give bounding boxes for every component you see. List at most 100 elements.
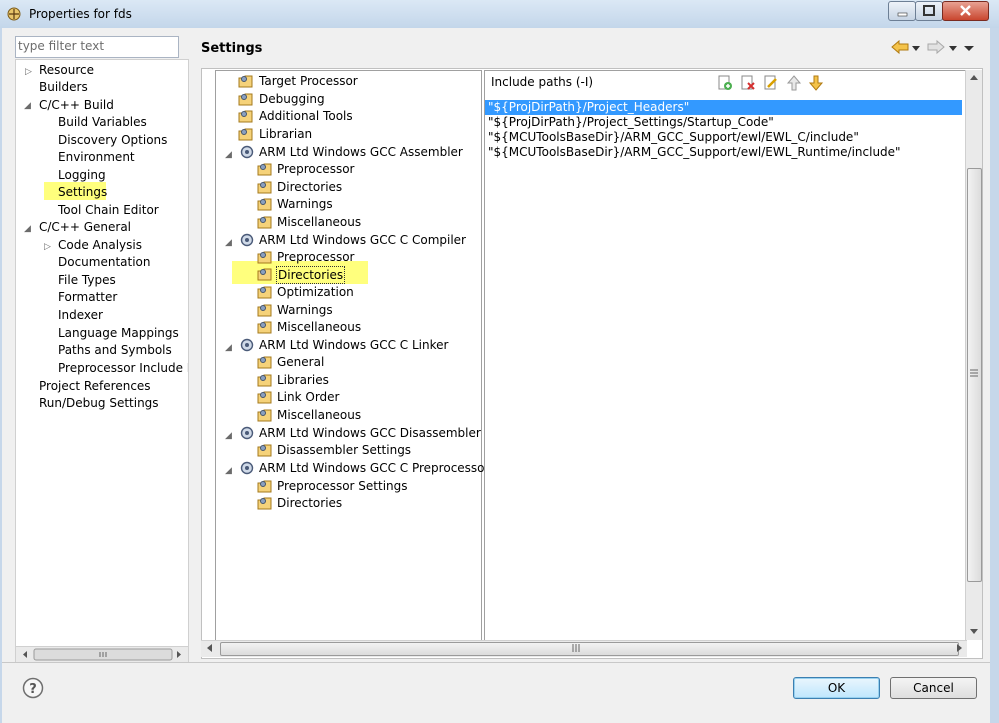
tree-node-label: Preprocessor xyxy=(277,162,355,176)
nav-item-resource[interactable]: Resource xyxy=(39,62,94,78)
tree-node-label: Target Processor xyxy=(259,74,358,88)
nav-item-project-references[interactable]: Project References xyxy=(39,378,151,394)
move-up-icon[interactable] xyxy=(786,75,802,91)
scroll-right-icon[interactable] xyxy=(953,642,965,654)
folder-gear-icon xyxy=(257,321,272,334)
folder-gear-icon xyxy=(257,251,272,264)
include-path-item[interactable]: "${MCUToolsBaseDir}/ARM_GCC_Support/ewl/… xyxy=(485,130,962,145)
forward-arrow-icon[interactable] xyxy=(926,39,946,55)
ok-button[interactable]: OK xyxy=(793,677,880,699)
maximize-button[interactable] xyxy=(915,1,943,21)
collapse-arrow-icon[interactable]: ◢ xyxy=(225,428,235,441)
nav-item-file-types[interactable]: File Types xyxy=(58,272,116,288)
tree-node-label: General xyxy=(277,355,325,369)
tree-node-label: Warnings xyxy=(277,197,333,211)
include-path-item[interactable]: "${ProjDirPath}/Project_Settings/Startup… xyxy=(485,115,962,130)
tree-node-label: Miscellaneous xyxy=(277,408,362,422)
collapse-arrow-icon[interactable]: ◢ xyxy=(24,224,34,234)
nav-item-run-debug-settings[interactable]: Run/Debug Settings xyxy=(39,395,159,411)
folder-gear-icon xyxy=(238,110,253,123)
nav-item-paths-and-symbols[interactable]: Paths and Symbols xyxy=(58,342,172,358)
delete-path-icon[interactable] xyxy=(740,75,756,91)
nav-item-cpp-general[interactable]: C/C++ General xyxy=(39,219,131,235)
tree-node-label: Preprocessor Settings xyxy=(277,479,408,493)
nav-item-preprocessor-include[interactable]: Preprocessor Include Pa xyxy=(58,360,188,376)
nav-item-language-mappings[interactable]: Language Mappings xyxy=(58,325,179,341)
filter-box xyxy=(15,36,179,58)
scrollbar-arrows-icon xyxy=(23,648,181,661)
tree-node-label: Warnings xyxy=(277,303,333,317)
maximize-icon xyxy=(923,5,935,16)
minimize-icon xyxy=(897,12,908,17)
nav-item-discovery-options[interactable]: Discovery Options xyxy=(58,132,167,148)
folder-gear-icon xyxy=(238,75,253,88)
include-path-item[interactable]: "${MCUToolsBaseDir}/ARM_GCC_Support/ewl/… xyxy=(485,145,962,160)
nav-item-settings[interactable]: Settings xyxy=(58,184,107,200)
nav-horizontal-scrollbar[interactable] xyxy=(15,646,189,663)
minimize-button[interactable] xyxy=(888,1,916,21)
view-menu-icon[interactable] xyxy=(964,43,974,53)
folder-gear-icon xyxy=(257,480,272,493)
nav-item-builders[interactable]: Builders xyxy=(39,79,88,95)
horizontal-scroll-thumb[interactable] xyxy=(220,642,959,656)
nav-item-documentation[interactable]: Documentation xyxy=(58,254,151,270)
edit-path-icon[interactable] xyxy=(763,75,779,91)
nav-item-tool-chain-editor[interactable]: Tool Chain Editor xyxy=(58,202,159,218)
nav-item-cpp-build[interactable]: C/C++ Build xyxy=(39,97,114,113)
window-title: Properties for fds xyxy=(29,7,132,21)
nav-item-logging[interactable]: Logging xyxy=(58,167,106,183)
tree-node-label: Optimization xyxy=(277,285,354,299)
grip-icon xyxy=(970,369,978,377)
tree-node-label: ARM Ltd Windows GCC C Compiler xyxy=(259,233,466,247)
folder-gear-icon xyxy=(257,286,272,299)
tree-node-label: Disassembler Settings xyxy=(277,443,412,457)
tree-node-label: Libraries xyxy=(277,373,329,387)
properties-nav-tree: ▷ Resource Builders ◢ C/C++ Build Build … xyxy=(15,59,189,648)
scroll-down-icon[interactable] xyxy=(968,625,980,637)
back-dropdown-icon[interactable] xyxy=(911,43,921,53)
add-path-icon[interactable] xyxy=(717,75,733,91)
nav-item-formatter[interactable]: Formatter xyxy=(58,289,117,305)
folder-gear-icon xyxy=(257,198,272,211)
tree-node-label: Additional Tools xyxy=(259,109,353,123)
collapse-arrow-icon[interactable]: ◢ xyxy=(225,147,235,160)
nav-item-code-analysis[interactable]: Code Analysis xyxy=(58,237,142,253)
folder-gear-icon xyxy=(257,497,272,510)
expand-arrow-icon[interactable]: ▷ xyxy=(25,67,35,77)
scroll-up-icon[interactable] xyxy=(968,72,980,84)
expand-arrow-icon[interactable]: ▷ xyxy=(44,242,54,252)
folder-gear-icon xyxy=(257,216,272,229)
filter-input[interactable] xyxy=(18,38,174,54)
include-path-item[interactable]: "${ProjDirPath}/Project_Headers" xyxy=(485,100,962,115)
back-arrow-icon[interactable] xyxy=(890,39,910,55)
forward-dropdown-icon[interactable] xyxy=(948,43,958,53)
window-border-left xyxy=(0,28,2,723)
tool-gear-icon xyxy=(240,461,254,475)
svg-text:?: ? xyxy=(29,682,37,697)
collapse-arrow-icon[interactable]: ◢ xyxy=(24,101,34,111)
cancel-button[interactable]: Cancel xyxy=(890,677,977,699)
tree-node-label: Miscellaneous xyxy=(277,215,362,229)
grip-icon xyxy=(572,644,580,652)
folder-gear-icon xyxy=(257,304,272,317)
move-down-icon[interactable] xyxy=(808,75,824,91)
folder-gear-icon xyxy=(238,128,253,141)
collapse-arrow-icon[interactable]: ◢ xyxy=(225,463,235,476)
nav-item-build-variables[interactable]: Build Variables xyxy=(58,114,147,130)
collapse-arrow-icon[interactable]: ◢ xyxy=(225,340,235,353)
nav-item-indexer[interactable]: Indexer xyxy=(58,307,103,323)
help-icon[interactable]: ? xyxy=(22,677,44,699)
tree-node-label: Miscellaneous xyxy=(277,320,362,334)
tool-gear-icon xyxy=(240,145,254,159)
scroll-left-icon[interactable] xyxy=(204,642,216,654)
tree-node-label: Librarian xyxy=(259,127,313,141)
tool-gear-icon xyxy=(240,426,254,440)
tree-node-label: Preprocessor xyxy=(277,250,355,264)
collapse-arrow-icon[interactable]: ◢ xyxy=(225,235,235,248)
folder-gear-icon xyxy=(257,374,272,387)
tree-node-label: Link Order xyxy=(277,390,340,404)
close-button[interactable] xyxy=(942,1,989,21)
window-border-right xyxy=(990,28,999,723)
nav-item-environment[interactable]: Environment xyxy=(58,149,135,165)
tool-gear-icon xyxy=(240,338,254,352)
